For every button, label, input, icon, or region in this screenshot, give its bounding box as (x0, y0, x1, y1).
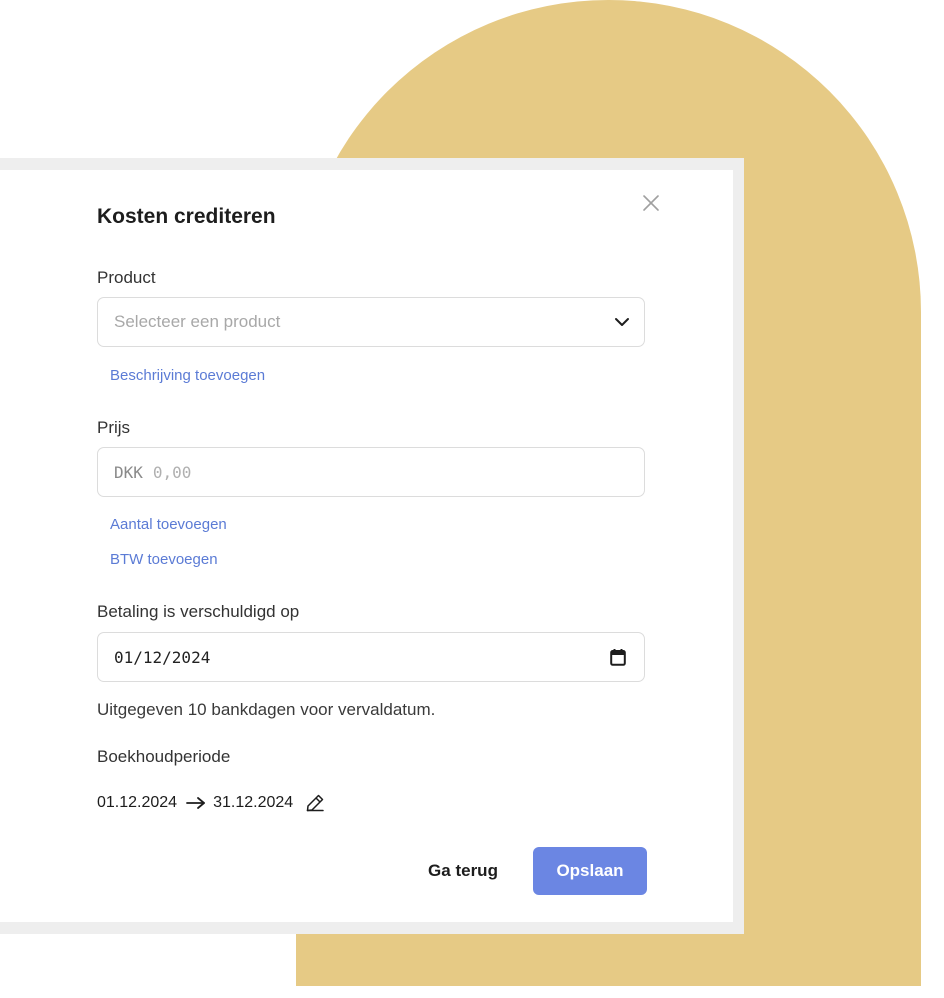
currency-prefix: DKK (114, 463, 143, 482)
save-button[interactable]: Opslaan (533, 847, 647, 895)
due-date-value: 01/12/2024 (114, 648, 211, 667)
period-end: 31.12.2024 (213, 794, 294, 811)
dialog-title: Kosten crediteren (97, 205, 276, 228)
add-description-link[interactable]: Beschrijving toevoegen (110, 367, 265, 384)
pencil-icon[interactable] (305, 793, 325, 813)
period-start: 01.12.2024 (97, 794, 178, 811)
due-date-input[interactable]: 01/12/2024 (97, 632, 645, 682)
arrow-right-icon (186, 797, 205, 809)
price-placeholder: 0,00 (152, 463, 192, 482)
product-placeholder: Selecteer een product (114, 312, 281, 331)
product-label: Product (97, 268, 156, 287)
accounting-period-label: Boekhoudperiode (97, 747, 231, 766)
calendar-icon[interactable] (610, 648, 626, 666)
due-date-label: Betaling is verschuldigd op (97, 602, 300, 621)
add-quantity-link[interactable]: Aantal toevoegen (110, 516, 227, 533)
close-icon[interactable] (640, 192, 662, 214)
stage: Kosten crediteren Product Selecteer een … (0, 0, 944, 998)
chevron-down-icon (615, 318, 629, 326)
price-input-text: DKK 0,00 (114, 463, 191, 482)
back-button[interactable]: Ga terug (413, 847, 513, 895)
product-select[interactable]: Selecteer een product (97, 297, 645, 347)
add-vat-link[interactable]: BTW toevoegen (110, 551, 218, 568)
due-date-helper: Uitgegeven 10 bankdagen voor vervaldatum… (97, 700, 436, 719)
price-input[interactable]: DKK 0,00 (97, 447, 645, 497)
accounting-period-range: 01.12.2024 31.12.2024 (97, 792, 325, 814)
price-label: Prijs (97, 418, 131, 437)
